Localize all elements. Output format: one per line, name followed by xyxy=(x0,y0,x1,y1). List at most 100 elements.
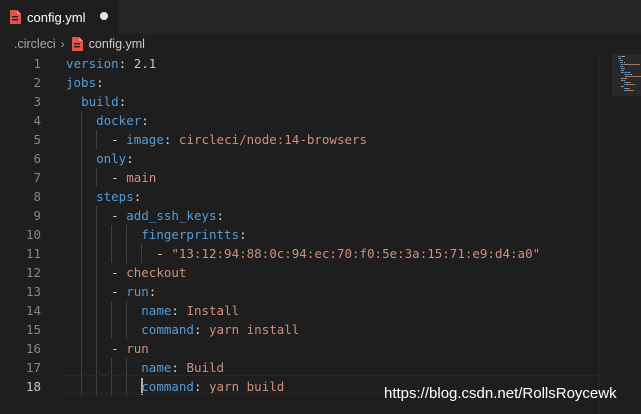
code-token: 2.1 xyxy=(133,56,157,71)
code-token: : xyxy=(171,360,187,375)
code-editor[interactable]: 1 version: 2.1 2 jobs: 3 build: 4 docker: 5 - … xyxy=(0,54,600,396)
minimap-token xyxy=(625,76,641,77)
minimap-token xyxy=(626,88,630,89)
line-number: 18 xyxy=(25,379,41,394)
code-line[interactable]: 6 only: xyxy=(0,149,600,168)
code-token: run xyxy=(126,284,149,299)
code-token: name xyxy=(141,360,172,375)
code-token: only xyxy=(96,151,127,166)
code-line[interactable]: 1 version: 2.1 xyxy=(0,54,600,73)
line-number: 3 xyxy=(33,94,41,109)
line-number: 16 xyxy=(25,341,41,356)
code-line[interactable]: 12 - checkout xyxy=(0,263,600,282)
code-token: - xyxy=(66,284,127,299)
code-text: - run xyxy=(66,339,149,358)
code-token: command xyxy=(141,322,194,337)
code-text: jobs: xyxy=(66,73,104,92)
code-token: : xyxy=(141,113,149,128)
code-line[interactable]: 16 - run xyxy=(0,339,600,358)
code-line[interactable]: 13 - run: xyxy=(0,282,600,301)
code-token: "13:12:94:88:0c:94:ec:70:f0:5e:3a:15:71:… xyxy=(171,246,541,261)
code-line[interactable]: 10 fingerprintts: xyxy=(0,225,600,244)
minimap-token xyxy=(628,90,634,91)
unsaved-dot-icon[interactable] xyxy=(100,12,108,20)
code-text: - run: xyxy=(66,282,156,301)
code-line[interactable]: 5 - image: circleci/node:14-browsers xyxy=(0,130,600,149)
code-line[interactable]: 14 name: Install xyxy=(0,301,600,320)
minimap-token xyxy=(623,74,631,75)
code-text: docker: xyxy=(66,111,149,130)
minimap-token xyxy=(622,56,625,57)
code-line[interactable]: 15 command: yarn install xyxy=(0,320,600,339)
breadcrumb-folder[interactable]: .circleci xyxy=(14,37,56,51)
minimap-token xyxy=(620,58,622,59)
minimap[interactable] xyxy=(612,54,641,414)
code-token: image xyxy=(126,132,164,147)
code-token: - xyxy=(66,208,127,223)
code-token: jobs xyxy=(66,75,97,90)
code-token: : xyxy=(96,75,104,90)
minimap-token xyxy=(622,78,627,79)
minimap-token xyxy=(626,82,631,83)
tab-bar: config.yml xyxy=(0,0,641,34)
minimap-token xyxy=(630,74,632,75)
breadcrumb: .circleci › config.yml xyxy=(0,34,641,54)
code-token: - xyxy=(66,341,127,356)
minimap-token xyxy=(622,70,624,71)
line-number: 9 xyxy=(33,208,41,223)
code-token: name xyxy=(141,303,172,318)
tab-config-yml[interactable]: config.yml xyxy=(0,0,118,34)
minimap-token xyxy=(622,86,625,87)
line-number: 7 xyxy=(33,170,41,185)
line-number: 8 xyxy=(33,189,41,204)
code-line[interactable]: 11 - "13:12:94:88:0c:94:ec:70:f0:5e:3a:1… xyxy=(0,244,600,263)
code-token: : xyxy=(216,208,225,223)
minimap-token xyxy=(622,66,624,67)
line-number: 11 xyxy=(25,246,41,261)
code-token: : xyxy=(118,94,127,109)
line-number: 12 xyxy=(25,265,41,280)
code-line[interactable]: 2 jobs: xyxy=(0,73,600,92)
code-line[interactable]: 9 - add_ssh_keys: xyxy=(0,206,600,225)
line-number: 4 xyxy=(33,113,41,128)
code-token: build xyxy=(81,94,119,109)
code-token: Build xyxy=(186,360,225,375)
code-text: - "13:12:94:88:0c:94:ec:70:f0:5e:3a:15:7… xyxy=(66,244,540,263)
code-text: steps: xyxy=(66,187,141,206)
code-token: - xyxy=(66,132,127,147)
line-number: 2 xyxy=(33,75,41,90)
code-line[interactable]: 3 build: xyxy=(0,92,600,111)
scrollbar-track[interactable] xyxy=(599,54,600,414)
code-token: : xyxy=(126,151,134,166)
code-line[interactable]: 7 - main xyxy=(0,168,600,187)
yaml-file-icon xyxy=(9,10,21,24)
code-token: : xyxy=(163,132,179,147)
line-number: 15 xyxy=(25,322,41,337)
code-token: run xyxy=(126,341,149,356)
code-token: - xyxy=(66,246,172,261)
code-text: fingerprintts: xyxy=(66,225,247,244)
watermark: https://blog.csdn.net/RollsRoycewk xyxy=(384,385,617,402)
code-text: command: yarn install xyxy=(66,320,299,339)
code-token: checkout xyxy=(126,265,187,280)
code-line[interactable]: 4 docker: xyxy=(0,111,600,130)
code-token: : xyxy=(118,56,134,71)
code-text: - image: circleci/node:14-browsers xyxy=(66,130,367,149)
code-text: version: 2.1 xyxy=(66,54,156,73)
minimap-token xyxy=(623,62,625,63)
minimap-token xyxy=(628,84,636,85)
code-token: : xyxy=(239,227,247,242)
line-number: 6 xyxy=(33,151,41,166)
minimap-token xyxy=(622,72,629,73)
code-token: add_ssh_keys xyxy=(126,208,217,223)
tab-label: config.yml xyxy=(27,9,86,25)
code-line[interactable]: 8 steps: xyxy=(0,187,600,206)
breadcrumb-file[interactable]: config.yml xyxy=(89,37,145,51)
code-token: circleci/node:14-browsers xyxy=(178,132,368,147)
code-text: only: xyxy=(66,149,134,168)
